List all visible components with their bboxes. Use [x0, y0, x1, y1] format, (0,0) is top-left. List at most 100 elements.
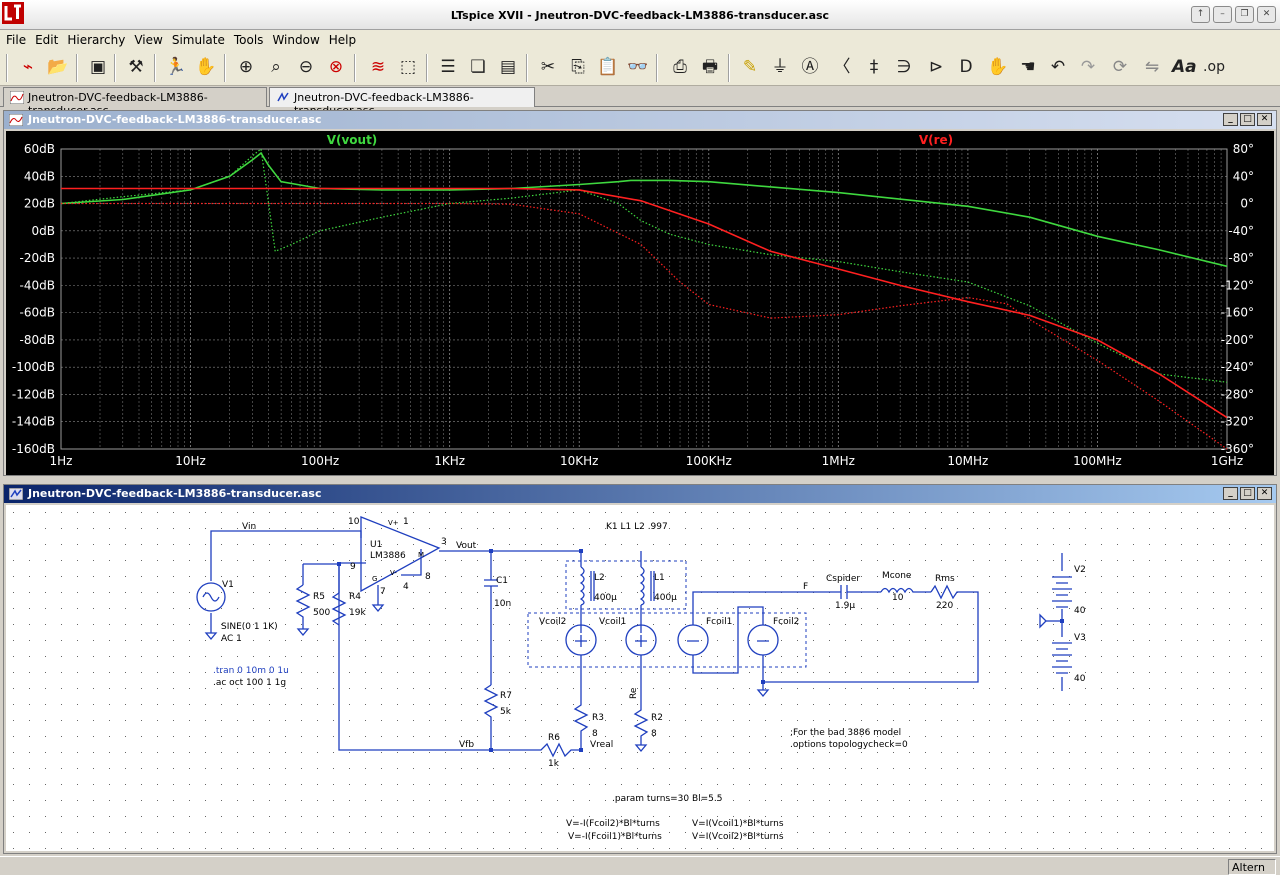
- cascade-icon[interactable]: ❏: [466, 55, 490, 79]
- v1-value[interactable]: SINE(0 1 1K): [221, 622, 278, 632]
- u1-ref[interactable]: U1: [370, 540, 382, 550]
- v1-ac[interactable]: AC 1: [221, 634, 242, 644]
- move-icon[interactable]: ✋: [986, 55, 1010, 79]
- zoom-pan-icon[interactable]: ⌕: [264, 55, 288, 79]
- draw-wire-icon[interactable]: ✎: [738, 55, 762, 79]
- schematic-window-title-bar[interactable]: Jneutron-DVC-feedback-LM3886-transducer.…: [4, 485, 1276, 503]
- v2-value[interactable]: 40: [1074, 606, 1086, 616]
- find-icon[interactable]: 👓: [626, 55, 650, 79]
- drag-icon[interactable]: ☚: [1016, 55, 1040, 79]
- c1-ref[interactable]: C1: [496, 576, 508, 586]
- r2-ref[interactable]: R2: [651, 713, 663, 723]
- control-panel-icon[interactable]: ⚒: [124, 55, 148, 79]
- v2-ref[interactable]: V2: [1074, 565, 1086, 575]
- trace-vre-phase[interactable]: [61, 202, 1228, 450]
- vcoil2-ref[interactable]: Vcoil2: [539, 617, 566, 627]
- close-button[interactable]: ✕: [1257, 487, 1272, 500]
- halt-icon[interactable]: ✋: [194, 55, 218, 79]
- directive-tran[interactable]: .tran 0 10m 0 1u: [213, 666, 289, 676]
- cut-icon[interactable]: ✂: [536, 55, 560, 79]
- coupling-directive[interactable]: K1 L1 L2 .997: [606, 522, 668, 532]
- component-icon[interactable]: D: [954, 55, 978, 79]
- fcoil2-ref[interactable]: Fcoil2: [773, 617, 799, 627]
- maximize-button[interactable]: □: [1240, 113, 1255, 126]
- bode-plot[interactable]: 60dB 80° 40dB 40° 20dB 0° 0dB -40° -20dB -80° -40d…: [6, 131, 1274, 475]
- undo-icon[interactable]: ↶: [1046, 55, 1070, 79]
- r6-ref[interactable]: R6: [548, 733, 560, 743]
- rms-ref[interactable]: Rms: [935, 574, 955, 584]
- capacitor-icon[interactable]: ‡: [862, 55, 886, 79]
- l1-ref[interactable]: L1: [654, 573, 665, 583]
- trace-vout-magnitude[interactable]: [60, 151, 1228, 268]
- paste-icon[interactable]: 📋: [596, 55, 620, 79]
- menu-help[interactable]: Help: [325, 30, 361, 50]
- l2-value[interactable]: 400µ: [594, 593, 617, 603]
- new-schematic-icon[interactable]: ⌁: [16, 55, 40, 79]
- r4-ref[interactable]: R4: [349, 592, 361, 602]
- r7-ref[interactable]: R7: [500, 691, 512, 701]
- menu-hierarchy[interactable]: Hierarchy: [63, 30, 130, 50]
- r6-value[interactable]: 1k: [548, 759, 560, 769]
- zoom-in-icon[interactable]: ⊕: [234, 55, 258, 79]
- schematic-drawing[interactable]: Vin Vout Vfb Vreal F Re K1 L1 L2 .997 U1…: [6, 505, 1274, 851]
- plot-pane[interactable]: 60dB 80° 40dB 40° 20dB 0° 0dB -40° -20dB -80° -40d…: [6, 131, 1274, 475]
- vcoil2-expression[interactable]: V=I(Vcoil2)*Bl*turns: [692, 832, 784, 842]
- l1-value[interactable]: 400µ: [654, 593, 677, 603]
- maximize-button[interactable]: □: [1240, 487, 1255, 500]
- close-button[interactable]: ✕: [1257, 113, 1272, 126]
- save-icon[interactable]: ▣: [86, 55, 110, 79]
- mirror-icon[interactable]: ⇋: [1140, 55, 1164, 79]
- comment-bad-model[interactable]: ;For the bad 3886 model: [790, 728, 901, 738]
- trace-vout-phase[interactable]: [60, 147, 1228, 383]
- r3-value[interactable]: 8: [592, 729, 598, 739]
- print-icon[interactable]: 🖶: [698, 55, 722, 79]
- resistor-icon[interactable]: 〈: [830, 55, 854, 79]
- fcoil2-expression[interactable]: V=-I(Fcoil2)*Bl*turns: [566, 819, 660, 829]
- legend-vout[interactable]: V(vout): [327, 133, 378, 147]
- menu-view[interactable]: View: [130, 30, 167, 50]
- mcone-value[interactable]: 10: [892, 593, 904, 603]
- r3-ref[interactable]: R3: [592, 713, 604, 723]
- menu-file[interactable]: File: [2, 30, 31, 50]
- menu-simulate[interactable]: Simulate: [168, 30, 230, 50]
- diode-icon[interactable]: ⊳: [924, 55, 948, 79]
- zoom-out-icon[interactable]: ⊖: [294, 55, 318, 79]
- minimize-button[interactable]: _: [1223, 487, 1238, 500]
- r5-ref[interactable]: R5: [313, 592, 325, 602]
- label-net-icon[interactable]: Ⓐ: [798, 55, 822, 79]
- l2-ref[interactable]: L2: [594, 573, 605, 583]
- tab-schematic[interactable]: Jneutron-DVC-feedback-LM3886-transducer.…: [269, 87, 535, 117]
- v3-value[interactable]: 40: [1074, 674, 1086, 684]
- directive-options[interactable]: .options topologycheck=0: [790, 740, 908, 750]
- tile-vertical-icon[interactable]: ▤: [496, 55, 520, 79]
- waveform-window-title-bar[interactable]: Jneutron-DVC-feedback-LM3886-transducer.…: [4, 111, 1276, 129]
- vcoil1-ref[interactable]: Vcoil1: [599, 617, 626, 627]
- copy-icon[interactable]: ⎘: [566, 55, 590, 79]
- mcone-ref[interactable]: Mcone: [882, 571, 912, 581]
- menu-tools[interactable]: Tools: [230, 30, 269, 50]
- rotate-icon[interactable]: ⟳: [1108, 55, 1132, 79]
- tab-waveform[interactable]: Jneutron-DVC-feedback-LM3886-transducer.…: [3, 87, 267, 117]
- menu-edit[interactable]: Edit: [31, 30, 63, 50]
- pick-traces-icon[interactable]: ⬚: [396, 55, 420, 79]
- fcoil1-expression[interactable]: V=-I(Fcoil1)*Bl*turns: [568, 832, 662, 842]
- rms-value[interactable]: 220: [936, 601, 953, 611]
- ground-icon[interactable]: ⏚: [768, 55, 792, 79]
- directive-ac[interactable]: .ac oct 100 1 1g: [213, 678, 286, 688]
- spice-directive-icon[interactable]: .op: [1202, 55, 1226, 79]
- vcoil1-expression[interactable]: V=I(Vcoil1)*Bl*turns: [692, 819, 784, 829]
- run-icon[interactable]: 🏃: [164, 55, 188, 79]
- cspider-value[interactable]: 1.9µ: [835, 601, 855, 611]
- menu-window[interactable]: Window: [268, 30, 324, 50]
- zoom-cancel-icon[interactable]: ⊗: [324, 55, 348, 79]
- r4-value[interactable]: 19k: [349, 608, 366, 618]
- tile-horizontal-icon[interactable]: ☰: [436, 55, 460, 79]
- restore-button[interactable]: ❐: [1235, 6, 1254, 23]
- schematic-canvas[interactable]: Vin Vout Vfb Vreal F Re K1 L1 L2 .997 U1…: [6, 505, 1274, 851]
- r7-value[interactable]: 5k: [500, 707, 512, 717]
- autoscale-icon[interactable]: ≋: [366, 55, 390, 79]
- text-icon[interactable]: Aa: [1172, 55, 1197, 79]
- close-button[interactable]: ✕: [1257, 6, 1276, 23]
- fcoil1-ref[interactable]: Fcoil1: [706, 617, 732, 627]
- r5-value[interactable]: 500: [313, 608, 330, 618]
